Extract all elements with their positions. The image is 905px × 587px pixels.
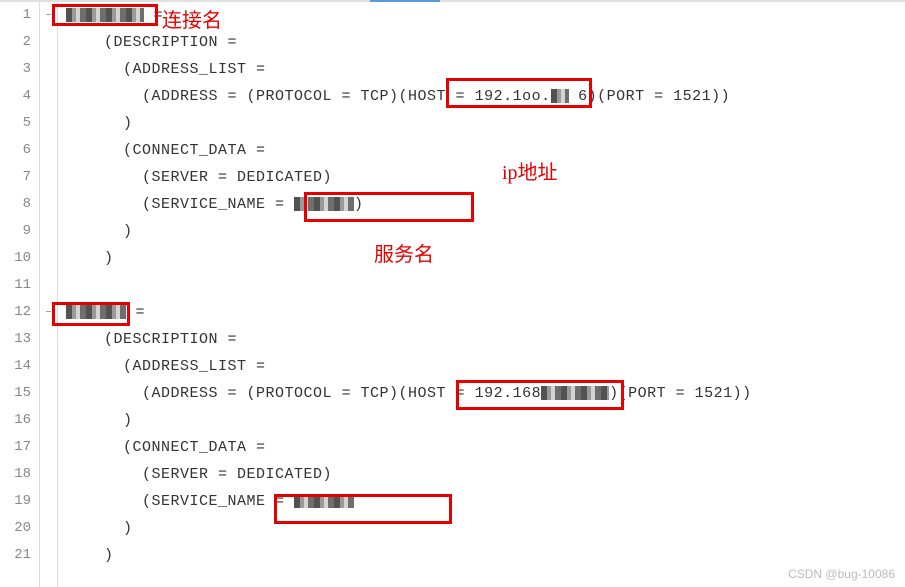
- code-line[interactable]: (SERVER = DEDICATED): [66, 461, 905, 488]
- line-number: 5: [0, 110, 31, 137]
- redacted-ip-part: [541, 386, 609, 400]
- code-line[interactable]: (ADDRESS = (PROTOCOL = TCP)(HOST = 192.1…: [66, 380, 905, 407]
- line-number: 12: [0, 299, 31, 326]
- line-number: 4: [0, 83, 31, 110]
- code-editor: 1 2 3 4 5 6 7 8 9 10 11 12 13 14 15 16 1…: [0, 2, 905, 587]
- code-line[interactable]: (DESCRIPTION =: [66, 326, 905, 353]
- redacted-conn-name: [66, 8, 144, 22]
- redacted-service-name: [294, 494, 354, 508]
- line-number: 3: [0, 56, 31, 83]
- fold-toggle-icon[interactable]: −: [40, 299, 57, 326]
- line-number: 1: [0, 2, 31, 29]
- code-line[interactable]: (CONNECT_DATA =: [66, 434, 905, 461]
- line-number: 18: [0, 461, 31, 488]
- line-number: 9: [0, 218, 31, 245]
- line-number: 6: [0, 137, 31, 164]
- code-line[interactable]: ): [66, 245, 905, 272]
- code-line[interactable]: ): [66, 110, 905, 137]
- line-number: 15: [0, 380, 31, 407]
- code-line[interactable]: =: [66, 299, 905, 326]
- line-number-gutter: 1 2 3 4 5 6 7 8 9 10 11 12 13 14 15 16 1…: [0, 2, 40, 587]
- redacted-service-name: [294, 197, 354, 211]
- code-line[interactable]: (SERVER = DEDICATED): [66, 164, 905, 191]
- code-line[interactable]: (SERVICE_NAME =: [66, 488, 905, 515]
- code-line[interactable]: (ADDRESS_LIST =: [66, 353, 905, 380]
- redacted-conn-name: [66, 305, 126, 319]
- code-line[interactable]: ): [66, 407, 905, 434]
- line-number: 16: [0, 407, 31, 434]
- line-number: 20: [0, 515, 31, 542]
- watermark: CSDN @bug-10086: [788, 567, 895, 581]
- line-number: 2: [0, 29, 31, 56]
- code-line[interactable]: =: [66, 2, 905, 29]
- redacted-ip-part: [551, 89, 569, 103]
- code-line[interactable]: [66, 272, 905, 299]
- code-line[interactable]: ): [66, 542, 905, 569]
- code-content[interactable]: = (DESCRIPTION = (ADDRESS_LIST = (ADDRES…: [58, 2, 905, 587]
- line-number: 17: [0, 434, 31, 461]
- line-number: 8: [0, 191, 31, 218]
- line-number: 14: [0, 353, 31, 380]
- line-number: 21: [0, 542, 31, 569]
- code-line[interactable]: ): [66, 515, 905, 542]
- line-number: 7: [0, 164, 31, 191]
- fold-toggle-icon[interactable]: −: [40, 2, 57, 29]
- line-number: 10: [0, 245, 31, 272]
- line-number: 13: [0, 326, 31, 353]
- fold-gutter: − −: [40, 2, 58, 587]
- code-line[interactable]: (SERVICE_NAME = ): [66, 191, 905, 218]
- code-line[interactable]: (CONNECT_DATA =: [66, 137, 905, 164]
- code-line[interactable]: (ADDRESS = (PROTOCOL = TCP)(HOST = 192.1…: [66, 83, 905, 110]
- line-number: 11: [0, 272, 31, 299]
- code-line[interactable]: (ADDRESS_LIST =: [66, 56, 905, 83]
- code-line[interactable]: (DESCRIPTION =: [66, 29, 905, 56]
- code-line[interactable]: ): [66, 218, 905, 245]
- line-number: 19: [0, 488, 31, 515]
